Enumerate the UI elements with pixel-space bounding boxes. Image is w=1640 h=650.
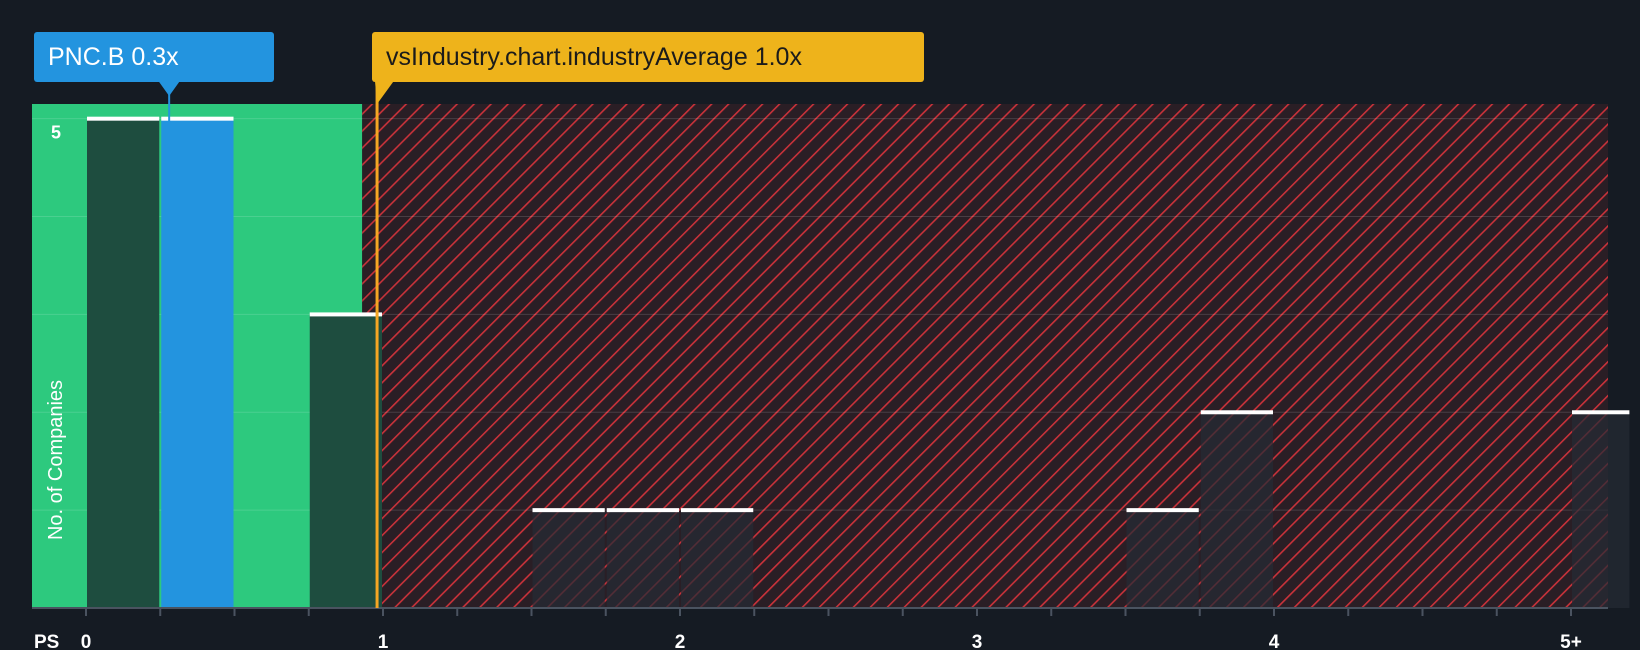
x-tick-label: 0 [81,632,92,650]
bar-top-cap [1126,508,1199,513]
histogram-bar [1200,412,1273,608]
bar-top-cap [87,116,160,121]
histogram-bar [1126,510,1199,608]
x-axis-label: PS [34,632,59,650]
bar-top-cap [1572,410,1630,415]
histogram-bar [532,510,605,608]
x-tick-label: 4 [1269,632,1280,650]
bar-top-cap [532,508,605,513]
valuation-zones [32,104,1609,608]
chart-canvas: 0 1 2 3 4 5+ 5 No. of Companies PS [32,82,1630,650]
histogram-bar [606,510,679,608]
company-callout-pointer [159,82,180,96]
bar-top-cap [161,116,234,121]
x-tick-label: 2 [675,632,686,650]
company-callout: PNC.B 0.3x [34,32,274,82]
bar-top-cap [681,508,754,513]
histogram-bar [681,510,754,608]
histogram-bar [309,314,382,608]
industry-callout-pointer [375,82,394,104]
bar-top-cap [1200,410,1273,415]
x-tick-label: 1 [378,632,389,650]
bar-top-cap [606,508,679,513]
bar-top-cap [309,312,382,317]
histogram-bar [87,118,160,608]
y-tick-label: 5 [51,123,61,143]
x-tick-label: 5+ [1560,632,1582,650]
histogram-bar [161,118,234,608]
y-axis-label: No. of Companies [45,380,67,540]
x-tick-label: 3 [972,632,983,650]
ps-distribution-chart: 0 1 2 3 4 5+ 5 No. of Companies PS PNC.B 0.3x … [0,0,1640,650]
industry-average-callout: vsIndustry.chart.industryAverage 1.0x [372,32,924,82]
histogram-bar [1572,412,1630,608]
